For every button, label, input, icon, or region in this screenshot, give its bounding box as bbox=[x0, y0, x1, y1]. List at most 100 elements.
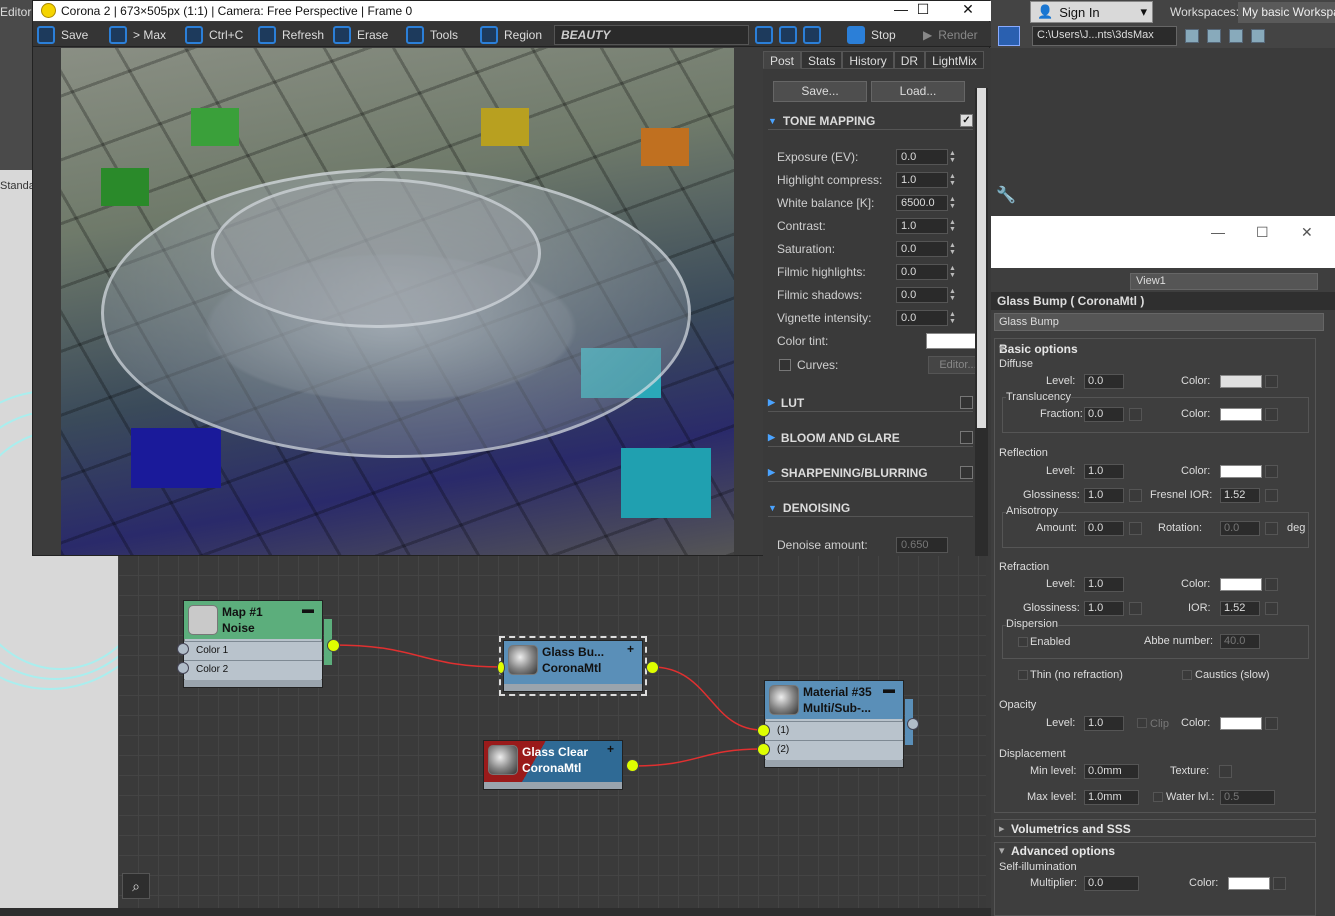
dispersion-checkbox[interactable] bbox=[1018, 637, 1028, 647]
map-slot-button[interactable] bbox=[1273, 877, 1286, 890]
refraction-label: Refraction bbox=[999, 561, 1050, 573]
opacity-level-field[interactable]: 1.0 bbox=[1084, 716, 1124, 731]
refr-level-field[interactable]: 1.0 bbox=[1084, 577, 1124, 592]
min-level-label: Min level: bbox=[1030, 765, 1077, 777]
refl-color-swatch[interactable] bbox=[1220, 465, 1262, 478]
volumetrics-header[interactable]: Volumetrics and SSS bbox=[1011, 822, 1131, 836]
advanced-header[interactable]: Advanced options bbox=[1011, 844, 1115, 858]
diffuse-level-field[interactable]: 0.0 bbox=[1084, 374, 1124, 389]
opacity-label: Opacity bbox=[999, 699, 1037, 711]
plus-icon: + bbox=[626, 642, 634, 656]
expand-icon[interactable]: ▸ bbox=[999, 822, 1005, 835]
abbe-label: Abbe number: bbox=[1144, 635, 1214, 647]
abbe-field[interactable]: 40.0 bbox=[1220, 634, 1260, 649]
refl-gloss-field[interactable]: 1.0 bbox=[1084, 488, 1124, 503]
refr-gloss-field[interactable]: 1.0 bbox=[1084, 601, 1124, 616]
slot-1[interactable]: (1) bbox=[765, 721, 903, 740]
color-label: Color: bbox=[1181, 465, 1211, 477]
color-label: Color: bbox=[1181, 578, 1211, 590]
slot-color2[interactable]: Color 2 bbox=[184, 660, 322, 679]
map-slot-button[interactable] bbox=[1129, 602, 1142, 615]
plus-icon: + bbox=[606, 742, 614, 756]
fraction-field[interactable]: 0.0 bbox=[1084, 407, 1124, 422]
dispersion-label: Dispersion bbox=[1006, 618, 1058, 630]
color-label: Color: bbox=[1181, 375, 1211, 387]
minimize-icon[interactable]: — bbox=[1211, 224, 1225, 240]
output-socket[interactable] bbox=[907, 718, 919, 730]
reflection-label: Reflection bbox=[999, 447, 1048, 459]
collapse-icon: ▬ bbox=[302, 602, 314, 616]
node-noise-map[interactable]: Map #1 Noise ▬ Color 1 Color 2 bbox=[183, 600, 332, 688]
fresnel-field[interactable]: 1.52 bbox=[1220, 488, 1260, 503]
diffuse-color-swatch[interactable] bbox=[1220, 375, 1262, 388]
enabled-label: Enabled bbox=[1030, 636, 1071, 648]
node-multi-sub[interactable]: Material #35 Multi/Sub-... ▬ (1) (2) bbox=[764, 680, 913, 768]
max-level-field[interactable]: 1.0mm bbox=[1084, 790, 1139, 805]
input-socket[interactable] bbox=[757, 743, 770, 756]
glossiness-label: Glossiness: bbox=[1023, 489, 1080, 501]
texture-slot-button[interactable] bbox=[1219, 765, 1232, 778]
fresnel-label: Fresnel IOR: bbox=[1150, 489, 1213, 501]
material-title: Glass Bump ( CoronaMtl ) bbox=[991, 292, 1335, 310]
map-slot-button[interactable] bbox=[1265, 522, 1278, 535]
thin-label: Thin (no refraction) bbox=[1030, 669, 1123, 681]
output-socket[interactable] bbox=[646, 661, 659, 674]
map-slot-button[interactable] bbox=[1265, 578, 1278, 591]
translucency-label: Translucency bbox=[1006, 391, 1072, 403]
map-slot-button[interactable] bbox=[1265, 375, 1278, 388]
map-slot-button[interactable] bbox=[1129, 408, 1142, 421]
basic-options-header[interactable]: Basic options bbox=[999, 342, 1078, 356]
maximize-icon[interactable]: ☐ bbox=[1256, 224, 1269, 241]
thin-checkbox[interactable] bbox=[1018, 670, 1028, 680]
amount-label: Amount: bbox=[1036, 522, 1077, 534]
close-icon[interactable]: ✕ bbox=[1301, 224, 1313, 241]
input-socket[interactable] bbox=[497, 661, 505, 674]
clip-checkbox[interactable] bbox=[1137, 718, 1147, 728]
output-socket[interactable] bbox=[327, 639, 340, 652]
material-name-field[interactable]: Glass Bump bbox=[994, 313, 1324, 331]
view-dropdown[interactable]: View1 bbox=[1130, 273, 1318, 290]
texture-label: Texture: bbox=[1170, 765, 1210, 777]
material-thumbnail bbox=[488, 745, 518, 775]
map-slot-button[interactable] bbox=[1265, 489, 1278, 502]
min-level-field[interactable]: 0.0mm bbox=[1084, 764, 1139, 779]
input-socket[interactable] bbox=[177, 662, 189, 674]
refl-level-field[interactable]: 1.0 bbox=[1084, 464, 1124, 479]
selfillum-color-swatch[interactable] bbox=[1228, 877, 1270, 890]
map-slot-button[interactable] bbox=[1265, 408, 1278, 421]
multiplier-field[interactable]: 0.0 bbox=[1084, 876, 1139, 891]
aniso-amount-field[interactable]: 0.0 bbox=[1084, 521, 1124, 536]
selfillum-label: Self-illumination bbox=[999, 861, 1077, 873]
node-glass-bump[interactable]: Glass Bu... CoronaMtl + bbox=[499, 636, 647, 696]
input-socket[interactable] bbox=[177, 643, 189, 655]
translucency-color-swatch[interactable] bbox=[1220, 408, 1262, 421]
multiplier-label: Multiplier: bbox=[1030, 877, 1078, 889]
deg-label: deg bbox=[1287, 522, 1306, 534]
editor-window-titlebar: — ☐ ✕ bbox=[991, 216, 1335, 268]
material-thumbnail bbox=[769, 685, 799, 715]
slot-2[interactable]: (2) bbox=[765, 740, 903, 759]
slot-color1[interactable]: Color 1 bbox=[184, 641, 322, 660]
ior-field[interactable]: 1.52 bbox=[1220, 601, 1260, 616]
water-checkbox[interactable] bbox=[1153, 792, 1163, 802]
fraction-label: Fraction: bbox=[1040, 408, 1083, 420]
collapse-icon[interactable]: ▾ bbox=[999, 342, 1005, 355]
water-field[interactable]: 0.5 bbox=[1220, 790, 1275, 805]
input-socket[interactable] bbox=[757, 724, 770, 737]
color-label: Color: bbox=[1181, 717, 1211, 729]
aniso-rotation-field[interactable]: 0.0 bbox=[1220, 521, 1260, 536]
collapse-icon[interactable]: ▾ bbox=[999, 844, 1005, 857]
caustics-checkbox[interactable] bbox=[1182, 670, 1192, 680]
map-slot-button[interactable] bbox=[1129, 489, 1142, 502]
refr-color-swatch[interactable] bbox=[1220, 578, 1262, 591]
glossiness-label: Glossiness: bbox=[1023, 602, 1080, 614]
output-socket[interactable] bbox=[626, 759, 639, 772]
max-level-label: Max level: bbox=[1027, 791, 1077, 803]
opacity-color-swatch[interactable] bbox=[1220, 717, 1262, 730]
map-slot-button[interactable] bbox=[1265, 717, 1278, 730]
map-slot-button[interactable] bbox=[1129, 522, 1142, 535]
map-slot-button[interactable] bbox=[1265, 465, 1278, 478]
node-glass-clear[interactable]: Glass Clear CoronaMtl + bbox=[483, 740, 623, 790]
displacement-label: Displacement bbox=[999, 748, 1066, 760]
map-slot-button[interactable] bbox=[1265, 602, 1278, 615]
